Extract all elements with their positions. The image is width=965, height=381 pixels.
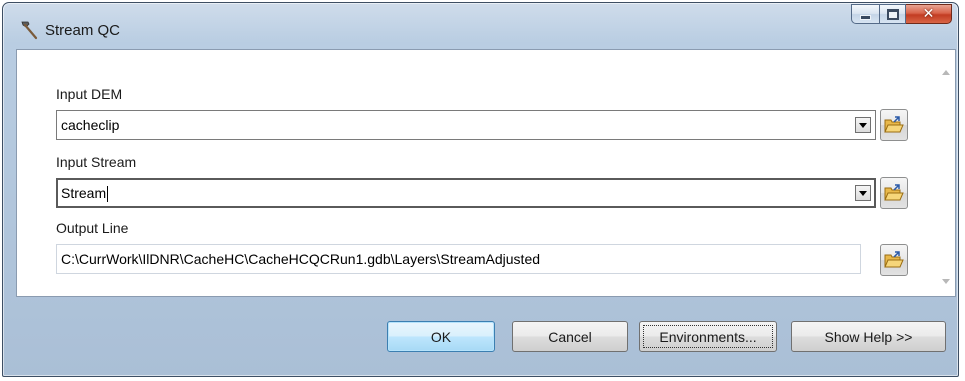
output-line-value: C:\CurrWork\IlDNR\CacheHC\CacheHCQCRun1.… [61,251,541,267]
input-stream-dropdown-button[interactable] [855,185,871,201]
scroll-up-icon[interactable] [942,70,950,75]
window-title: Stream QC [45,22,121,39]
open-folder-icon [884,184,904,201]
input-dem-dropdown-button[interactable] [855,117,871,133]
input-stream-browse-button[interactable] [880,177,908,209]
open-folder-icon [884,251,904,268]
minimize-button[interactable] [851,4,879,24]
ok-button[interactable]: OK [387,321,495,352]
dialog-window: Stream QC ✕ Input DEM cacheclip Input St… [2,2,959,377]
input-dem-browse-button[interactable] [880,109,908,141]
vertical-scrollbar[interactable] [938,50,955,296]
input-stream-label: Input Stream [56,154,137,170]
cancel-button[interactable]: Cancel [512,321,628,352]
input-dem-combobox[interactable]: cacheclip [56,110,876,140]
close-button[interactable]: ✕ [906,4,952,24]
hammer-tool-icon [17,19,39,41]
open-folder-icon [884,116,904,133]
minimize-icon [860,14,871,20]
input-stream-value: Stream [61,185,107,201]
parameters-panel: Input DEM cacheclip Input Stream Stream [16,49,956,297]
maximize-button[interactable] [879,4,906,24]
title-bar[interactable]: Stream QC ✕ [3,3,958,55]
input-stream-combobox[interactable]: Stream [56,178,876,208]
input-dem-label: Input DEM [56,86,123,102]
chevron-down-icon [859,122,867,128]
show-help-button[interactable]: Show Help >> [791,321,946,352]
input-dem-value: cacheclip [61,117,120,133]
output-line-input[interactable]: C:\CurrWork\IlDNR\CacheHC\CacheHCQCRun1.… [56,244,861,274]
caption-buttons: ✕ [851,4,952,26]
chevron-down-icon [859,190,867,196]
environments-button[interactable]: Environments... [639,321,777,352]
maximize-icon [886,8,899,20]
output-line-browse-button[interactable] [880,244,908,276]
scroll-down-icon[interactable] [942,279,950,284]
text-caret [107,186,109,203]
close-icon: ✕ [922,6,935,22]
output-line-label: Output Line [56,220,129,236]
